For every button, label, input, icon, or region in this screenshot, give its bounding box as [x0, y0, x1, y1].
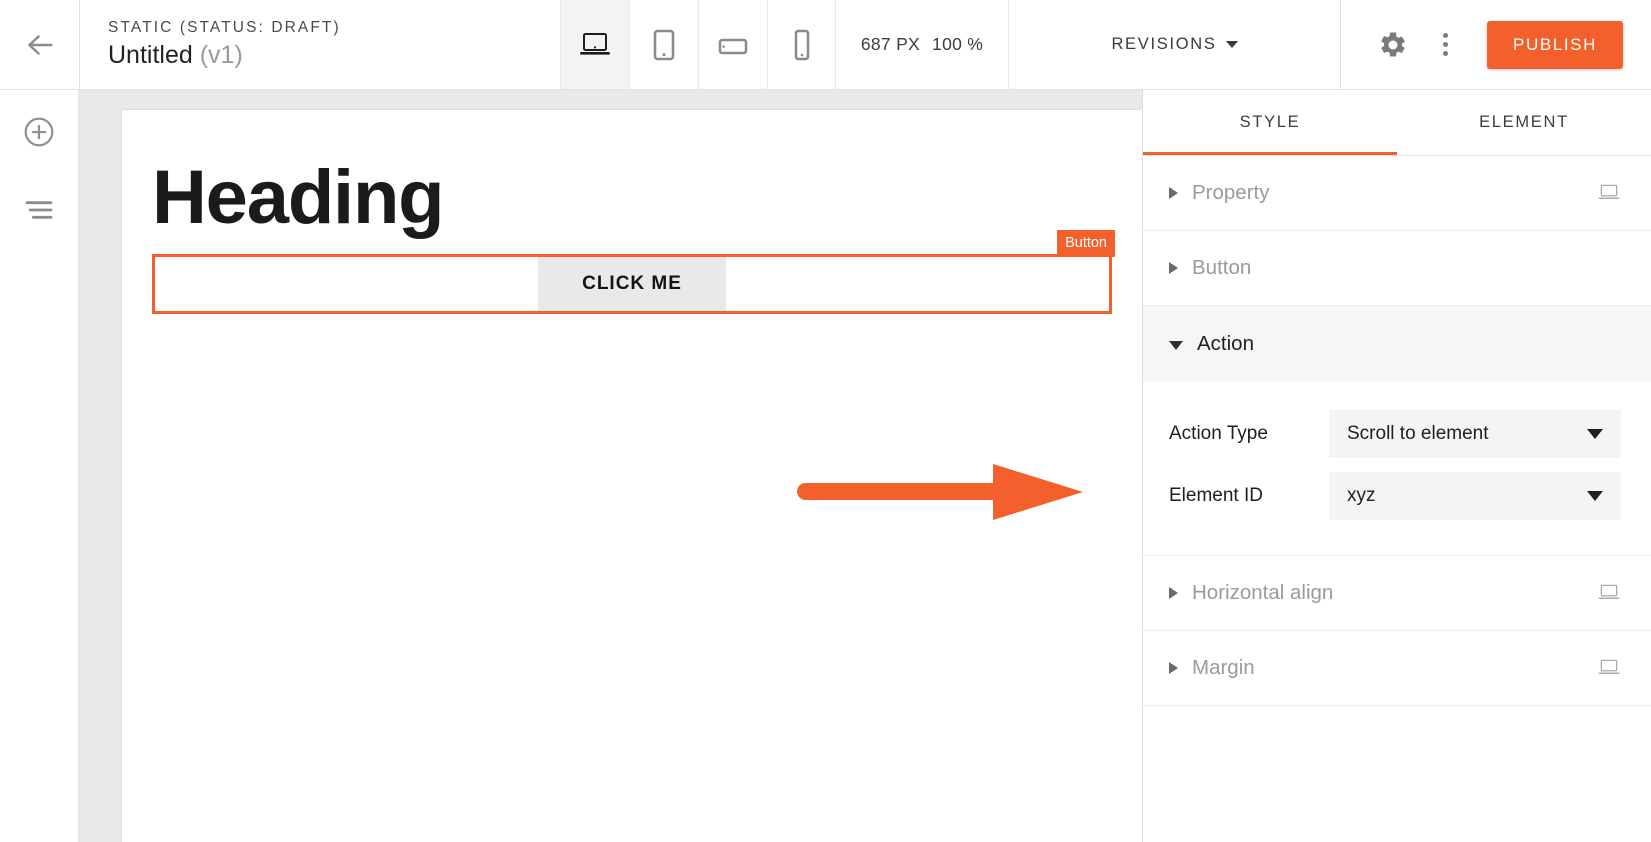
workspace: Heading Button CLICK ME STYLE ELEMENT Pr…	[0, 90, 1651, 842]
kebab-menu-icon	[1442, 33, 1448, 56]
section-header-action[interactable]: Action	[1143, 306, 1651, 381]
tab-style-label: STYLE	[1239, 113, 1301, 131]
section-header-horizontal-align[interactable]: Horizontal align	[1143, 556, 1651, 631]
section-header-button[interactable]: Button	[1143, 231, 1651, 306]
back-button[interactable]	[0, 0, 79, 89]
zoom-level-value: 100 %	[932, 34, 984, 54]
section-header-property[interactable]: Property	[1143, 156, 1651, 231]
laptop-icon	[580, 32, 610, 55]
canvas-page[interactable]: Heading Button CLICK ME	[122, 110, 1142, 842]
back-arrow-icon	[27, 34, 53, 55]
chevron-down-icon	[1587, 491, 1603, 501]
section-label-property: Property	[1192, 181, 1270, 204]
header-actions: PUBLISH	[1340, 0, 1651, 89]
selection-outline[interactable]: CLICK ME	[152, 253, 1112, 314]
laptop-icon	[1598, 184, 1620, 200]
revisions-label: REVISIONS	[1111, 35, 1217, 53]
select-element-id[interactable]: xyz	[1329, 472, 1621, 520]
desktop-scope-icon	[1597, 659, 1621, 677]
section-body-action: Action Type Scroll to element Element ID…	[1143, 381, 1651, 556]
section-label-horizontal-align: Horizontal align	[1192, 581, 1334, 604]
desktop-scope-icon	[1597, 184, 1621, 202]
section-label-button: Button	[1192, 256, 1252, 279]
plus-circle-icon	[24, 117, 54, 147]
laptop-icon	[1598, 584, 1620, 600]
field-action-type: Action Type Scroll to element	[1169, 403, 1621, 465]
selection-right-space	[726, 257, 1109, 311]
selection-type-badge: Button	[1057, 229, 1115, 258]
section-header-margin[interactable]: Margin	[1143, 631, 1651, 706]
select-action-type[interactable]: Scroll to element	[1329, 410, 1621, 458]
device-button-mobile[interactable]	[767, 0, 836, 89]
document-name: Untitled	[108, 41, 193, 70]
selection-left-space	[155, 257, 538, 311]
section-label-action: Action	[1197, 331, 1254, 355]
gear-icon	[1381, 31, 1405, 56]
select-element-id-value: xyz	[1347, 485, 1376, 506]
field-element-id: Element ID xyz	[1169, 465, 1621, 527]
chevron-right-icon	[1169, 587, 1178, 599]
layers-list-icon	[25, 201, 53, 219]
settings-button[interactable]	[1367, 0, 1419, 90]
publish-button[interactable]: PUBLISH	[1487, 20, 1623, 69]
page-content: Heading Button CLICK ME	[122, 110, 1142, 314]
document-status-kicker: STATIC (STATUS: DRAFT)	[108, 18, 341, 36]
page-title: Untitled (v1)	[108, 41, 560, 70]
select-action-type-value: Scroll to element	[1347, 423, 1489, 444]
field-label-element-id: Element ID	[1169, 485, 1263, 506]
tablet-portrait-icon	[653, 29, 675, 60]
panel-tabs: STYLE ELEMENT	[1143, 90, 1651, 156]
more-options-button[interactable]	[1419, 0, 1471, 90]
selected-element-wrapper: Button CLICK ME	[152, 229, 1115, 314]
app-root: STATIC (STATUS: DRAFT) Untitled (v1) 687…	[0, 0, 1651, 842]
device-button-tablet[interactable]	[629, 0, 698, 89]
device-preview-switcher	[560, 0, 836, 89]
section-label-margin: Margin	[1192, 656, 1255, 679]
chevron-down-icon	[1225, 41, 1238, 48]
field-label-action-type: Action Type	[1169, 423, 1268, 444]
desktop-scope-icon	[1597, 584, 1621, 602]
laptop-icon	[1598, 659, 1620, 675]
canvas-click-me-button[interactable]: CLICK ME	[538, 256, 726, 311]
chevron-right-icon	[1169, 662, 1178, 674]
device-button-tablet-landscape[interactable]	[698, 0, 767, 89]
viewport-width-value: 687 PX	[860, 34, 921, 54]
canvas-heading[interactable]: Heading	[152, 158, 1112, 238]
chevron-down-icon	[1587, 429, 1603, 439]
add-element-button[interactable]	[17, 110, 61, 154]
design-canvas[interactable]: Heading Button CLICK ME	[79, 90, 1142, 842]
chevron-right-icon	[1169, 262, 1178, 274]
tablet-landscape-icon	[718, 38, 748, 54]
chevron-down-icon	[1169, 340, 1183, 350]
document-version: (v1)	[199, 41, 243, 70]
tab-element[interactable]: ELEMENT	[1397, 90, 1651, 155]
revisions-dropdown[interactable]: REVISIONS	[1008, 0, 1340, 89]
device-button-desktop[interactable]	[560, 0, 629, 89]
tab-element-label: ELEMENT	[1479, 113, 1569, 131]
left-toolbar	[0, 90, 79, 842]
properties-panel: STYLE ELEMENT Property Button Action Act…	[1142, 90, 1651, 842]
chevron-right-icon	[1169, 187, 1178, 199]
layers-button[interactable]	[17, 188, 61, 232]
tab-style[interactable]: STYLE	[1143, 90, 1397, 155]
viewport-zoom-readout: 687 PX 100 %	[836, 0, 1008, 89]
panel-empty-space	[1143, 706, 1651, 842]
mobile-phone-icon	[794, 29, 809, 60]
top-toolbar: STATIC (STATUS: DRAFT) Untitled (v1) 687…	[0, 0, 1651, 90]
document-title-block: STATIC (STATUS: DRAFT) Untitled (v1)	[79, 0, 560, 89]
